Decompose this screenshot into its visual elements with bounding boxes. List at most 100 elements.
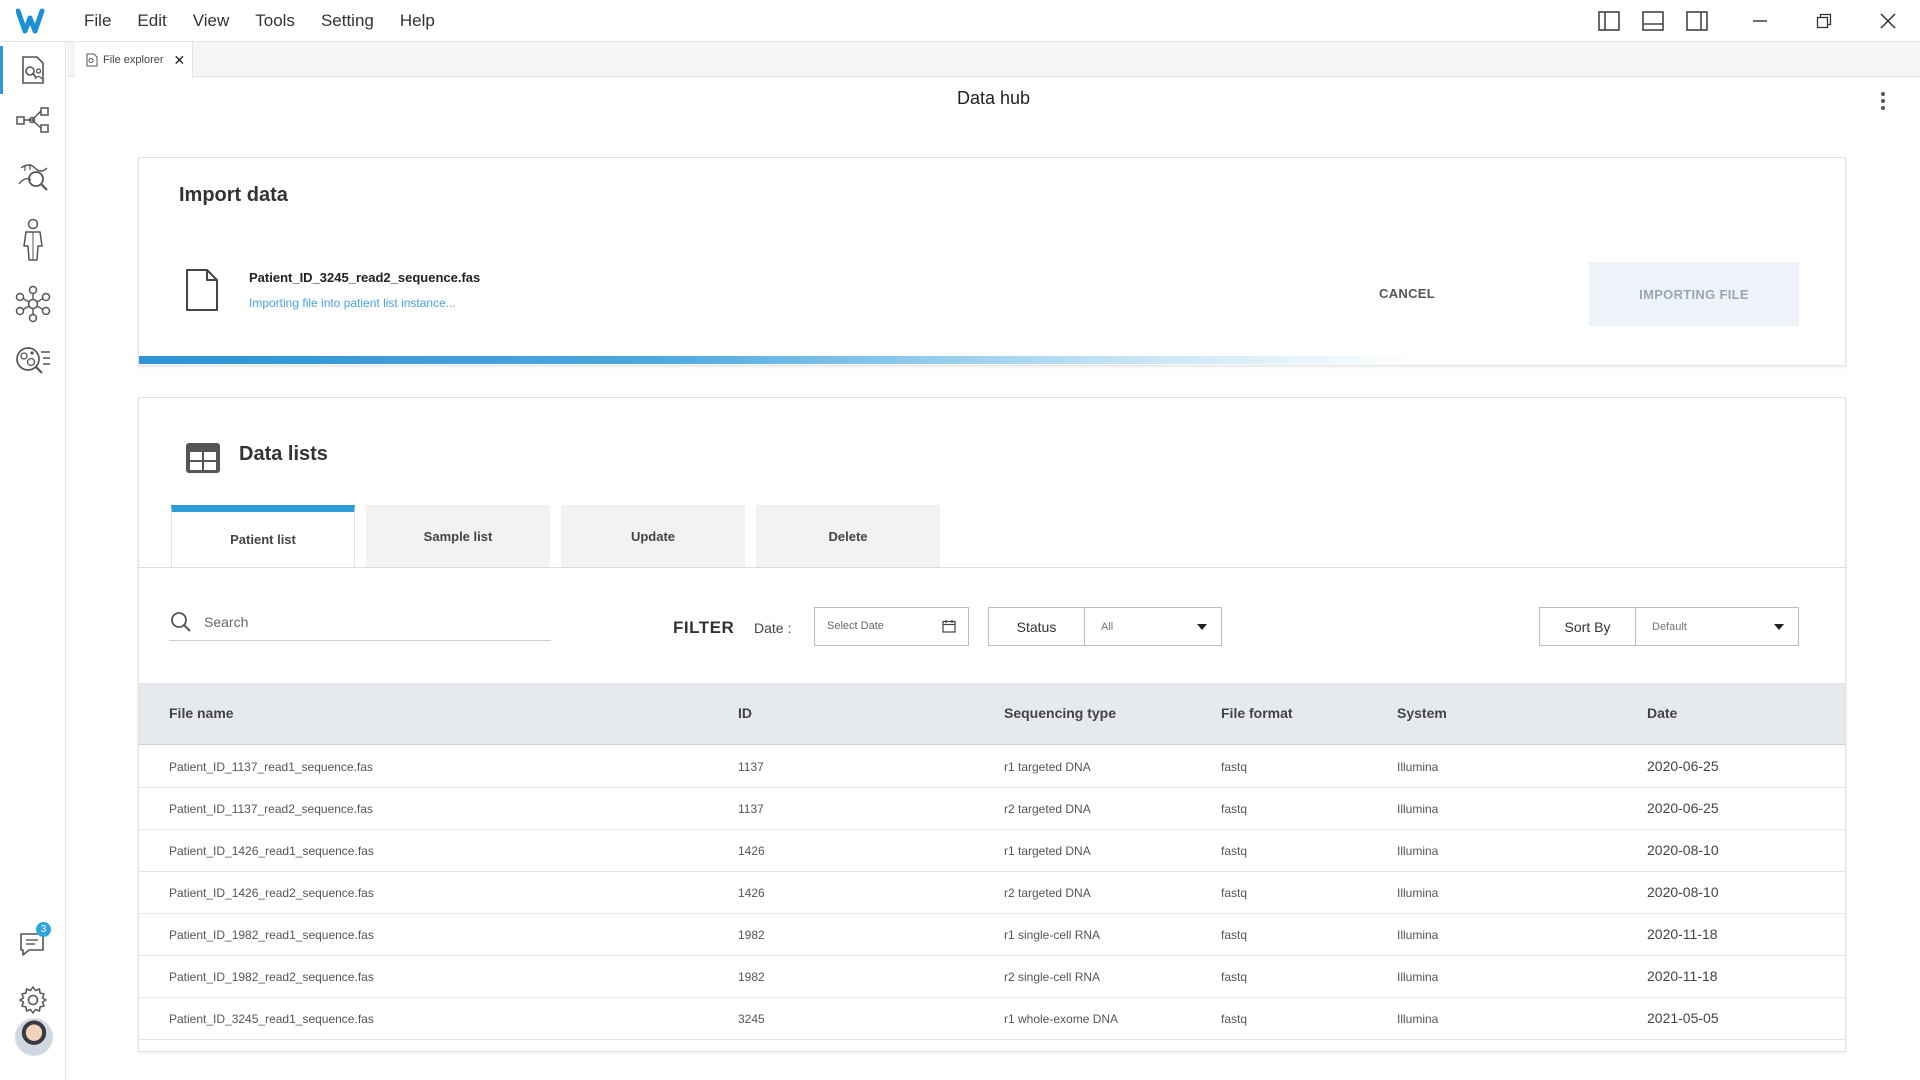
table-cell-sequencing-type: r2 targeted DNA [1004, 886, 1091, 900]
tab-divider [139, 567, 1845, 568]
table-row[interactable]: Patient_ID_1426_read1_sequence.fas 1426 r1… [139, 830, 1845, 872]
cancel-button[interactable]: CANCEL [1379, 286, 1435, 301]
table-row[interactable]: Patient_ID_1137_read1_sequence.fas 1137 r1… [139, 746, 1845, 788]
messages-nav[interactable]: 3 [0, 916, 66, 972]
import-status-text: Importing file into patient list instanc… [249, 296, 456, 310]
table-cell-file-format: fastq [1221, 760, 1248, 774]
menu-edit[interactable]: Edit [137, 11, 166, 31]
notification-badge: 3 [36, 922, 51, 937]
menu-view[interactable]: View [193, 11, 230, 31]
chevron-down-icon [1774, 624, 1784, 630]
table-cell-date: 2020-08-10 [1647, 842, 1719, 858]
close-window-icon[interactable] [1875, 9, 1901, 33]
table-cell-date: 2020-11-18 [1647, 926, 1718, 942]
dna-analysis-nav[interactable] [0, 148, 66, 204]
column-file-name[interactable]: File name [169, 705, 234, 721]
table-cell-system: Illumina [1397, 844, 1439, 858]
table-cell-file-name: Patient_ID_1982_read2_sequence.fas [169, 970, 374, 984]
table-cell-sequencing-type: r1 single-cell RNA [1004, 928, 1101, 942]
table-cell-date: 2020-11-18 [1647, 968, 1718, 984]
toggle-bottom-panel-icon[interactable] [1640, 9, 1666, 33]
table-cell-sequencing-type: r2 single-cell RNA [1004, 970, 1101, 984]
user-avatar[interactable] [15, 1018, 53, 1056]
column-file-format[interactable]: File format [1221, 705, 1293, 721]
import-title: Import data [179, 184, 288, 206]
file-icon [186, 269, 218, 311]
file-explorer-small-icon [86, 53, 98, 67]
table-cell-sequencing-type: r1 targeted DNA [1004, 760, 1091, 774]
more-options-icon[interactable] [1878, 90, 1888, 112]
status-value: All [1101, 620, 1114, 633]
menu-setting[interactable]: Setting [321, 11, 374, 31]
toggle-left-panel-icon[interactable] [1596, 9, 1622, 33]
table-row[interactable]: Patient_ID_1982_read2_sequence.fas 1982 r2… [139, 956, 1845, 998]
table-cell-date: 2020-06-25 [1647, 758, 1719, 774]
toggle-right-panel-icon[interactable] [1684, 9, 1710, 33]
column-sequencing-type[interactable]: Sequencing type [1004, 705, 1116, 721]
cell-analysis-nav[interactable] [0, 332, 66, 388]
import-data-card: Import data Patient_ID_3245_read2_sequen… [138, 157, 1846, 366]
table-cell-system: Illumina [1397, 886, 1439, 900]
workflow-nav[interactable] [0, 92, 66, 148]
dna-search-icon [18, 164, 48, 191]
app-logo-icon [16, 8, 45, 34]
menu-help[interactable]: Help [400, 11, 435, 31]
network-nav[interactable] [0, 276, 66, 332]
data-lists-title: Data lists [239, 443, 328, 465]
tab-patient-list[interactable]: Patient list [171, 505, 355, 567]
table-cell-date: 2020-08-10 [1647, 884, 1719, 900]
column-date[interactable]: Date [1647, 705, 1677, 721]
status-filter[interactable]: Status All [988, 607, 1222, 646]
table-cell-id: 1426 [738, 886, 765, 900]
column-id[interactable]: ID [738, 705, 752, 721]
status-dropdown[interactable]: All [1085, 608, 1221, 645]
table-cell-id: 1982 [738, 928, 765, 942]
table-cell-file-name: Patient_ID_1982_read1_sequence.fas [169, 928, 374, 942]
table-row[interactable]: Patient_ID_1137_read2_sequence.fas 1137 r2… [139, 788, 1845, 830]
file-explorer-icon [22, 56, 44, 84]
table-cell-file-format: fastq [1221, 928, 1248, 942]
sort-control[interactable]: Sort By Default [1539, 607, 1799, 646]
tab-sample-list[interactable]: Sample list [366, 505, 550, 567]
sort-dropdown[interactable]: Default [1636, 608, 1798, 645]
search-icon [171, 612, 191, 632]
table-cell-system: Illumina [1397, 928, 1439, 942]
table-cell-id: 3245 [738, 1012, 765, 1026]
table-row[interactable]: Patient_ID_3245_read1_sequence.fas 3245 r1… [139, 998, 1845, 1040]
tab-delete[interactable]: Delete [756, 505, 940, 567]
menu-file[interactable]: File [84, 11, 111, 31]
table-cell-system: Illumina [1397, 802, 1439, 816]
search-input[interactable]: Search [169, 608, 551, 641]
restore-icon[interactable] [1811, 9, 1837, 33]
column-system[interactable]: System [1397, 705, 1447, 721]
minimize-icon[interactable] [1747, 9, 1773, 33]
table-cell-id: 1426 [738, 844, 765, 858]
table-row[interactable]: Patient_ID_1982_read1_sequence.fas 1982 r1… [139, 914, 1845, 956]
data-list-tabs: Patient list Sample list Update Delete [171, 505, 951, 567]
gear-icon [19, 986, 47, 1014]
table-header: File name ID Sequencing type File format… [139, 683, 1845, 745]
table-cell-file-name: Patient_ID_3245_read1_sequence.fas [169, 1012, 374, 1026]
close-tab-icon[interactable]: ✕ [174, 52, 186, 69]
file-explorer-nav[interactable] [0, 42, 66, 98]
date-picker[interactable]: Select Date [814, 607, 969, 646]
human-body-icon [23, 218, 43, 261]
table-cell-sequencing-type: r1 whole-exome DNA [1004, 1012, 1119, 1026]
table-cell-sequencing-type: r1 targeted DNA [1004, 844, 1091, 858]
left-rail: 3 [0, 42, 66, 1080]
tab-file-explorer[interactable]: File explorer ✕ [75, 42, 193, 78]
cell-search-icon [16, 347, 50, 374]
data-lists-card: Data lists Patient list Sample list Upda… [138, 397, 1846, 1052]
workflow-icon [16, 107, 49, 133]
date-placeholder: Select Date [827, 620, 884, 632]
menu-tools[interactable]: Tools [255, 11, 295, 31]
table-cell-system: Illumina [1397, 760, 1439, 774]
tab-update[interactable]: Update [561, 505, 745, 567]
document-tab-strip: File explorer ✕ [67, 42, 1920, 78]
patient-nav[interactable] [0, 212, 66, 268]
table-cell-file-format: fastq [1221, 844, 1248, 858]
table-cell-system: Illumina [1397, 1012, 1439, 1026]
menu-bar: File Edit View Tools Setting Help [0, 0, 1920, 42]
table-row[interactable]: Patient_ID_1426_read2_sequence.fas 1426 r2… [139, 872, 1845, 914]
chevron-down-icon [1197, 624, 1207, 630]
